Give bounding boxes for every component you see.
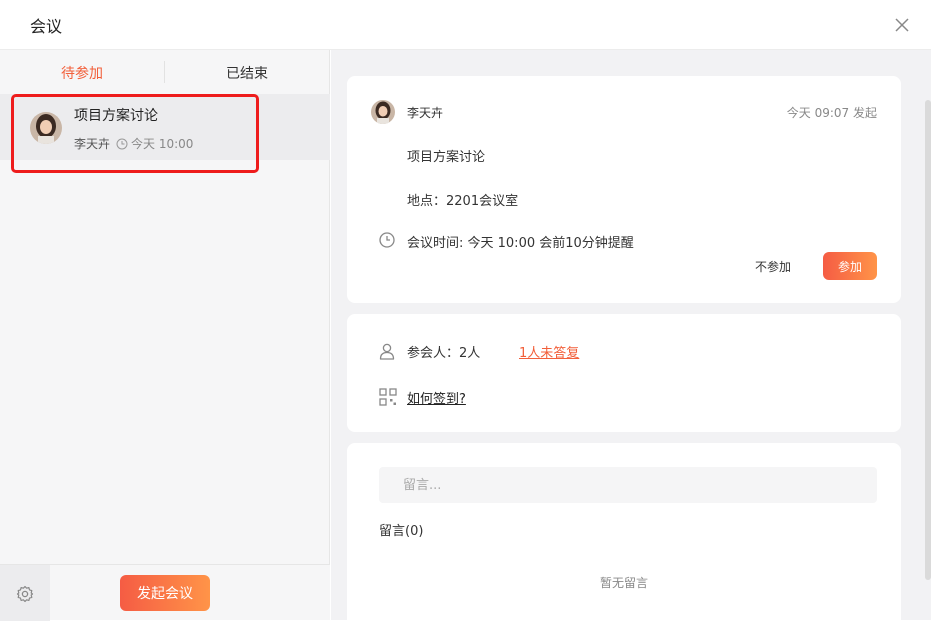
unanswered-link[interactable]: 1人未答复 [519,342,579,361]
clock-icon [116,138,128,149]
tab-pending[interactable]: 待参加 [61,63,103,83]
start-meeting-button[interactable]: 发起会议 [120,575,210,611]
comment-input[interactable] [379,467,877,503]
meeting-location: 地点：2201会议室 [407,194,519,209]
tab-divider [164,61,165,83]
decline-button[interactable]: 不参加 [755,258,791,275]
meeting-detail-panel: 李天卉 今天 09:07 发起 项目方案讨论 地点：2201会议室 会议时间: … [331,50,931,633]
left-footer: 发起会议 [0,564,330,621]
meeting-schedule: 会议时间: 今天 10:00 会前10分钟提醒 [407,236,634,251]
gear-icon[interactable] [16,585,34,603]
settings-area [0,565,50,621]
attendee-count: 参会人：2人 [407,346,481,361]
meeting-list-item[interactable]: 项目方案讨论 李天卉 今天 10:00 [0,94,330,160]
meeting-meta: 李天卉 今天 10:00 [74,135,193,152]
tab-bar: 待参加 已结束 [0,50,330,94]
comment-count: 留言(0) [379,524,424,539]
tab-ended[interactable]: 已结束 [226,63,268,83]
meeting-title: 项目方案讨论 [74,108,158,124]
organizer-name: 李天卉 [407,106,444,120]
how-to-sign-in-link[interactable]: 如何签到? [407,388,466,407]
meeting-subject: 项目方案讨论 [407,150,486,165]
initiated-time: 今天 09:07 发起 [786,106,877,120]
meeting-list-panel: 待参加 已结束 项目方案讨论 李天卉 今天 10:00 发起会议 [0,50,330,621]
join-button[interactable]: 参加 [823,252,877,280]
scrollbar[interactable] [925,100,931,580]
attendance-card: 参会人：2人 1人未答复 如何签到? [347,314,901,432]
comments-card: 留言(0) 暂无留言 [347,443,901,633]
title-bar: 会议 [0,0,931,50]
meeting-time-text: 今天 10:00 [131,137,194,151]
person-icon [379,343,395,360]
empty-comments-text: 暂无留言 [599,576,648,590]
meeting-info-card: 李天卉 今天 09:07 发起 项目方案讨论 地点：2201会议室 会议时间: … [347,76,901,303]
window-title: 会议 [30,17,63,36]
avatar [30,112,62,144]
meeting-organizer: 李天卉 [74,137,111,151]
organizer-avatar [371,100,395,124]
qr-code-icon [379,388,397,406]
meeting-time: 今天 10:00 [116,135,193,152]
clock-icon [379,232,395,248]
close-icon[interactable] [893,16,911,34]
